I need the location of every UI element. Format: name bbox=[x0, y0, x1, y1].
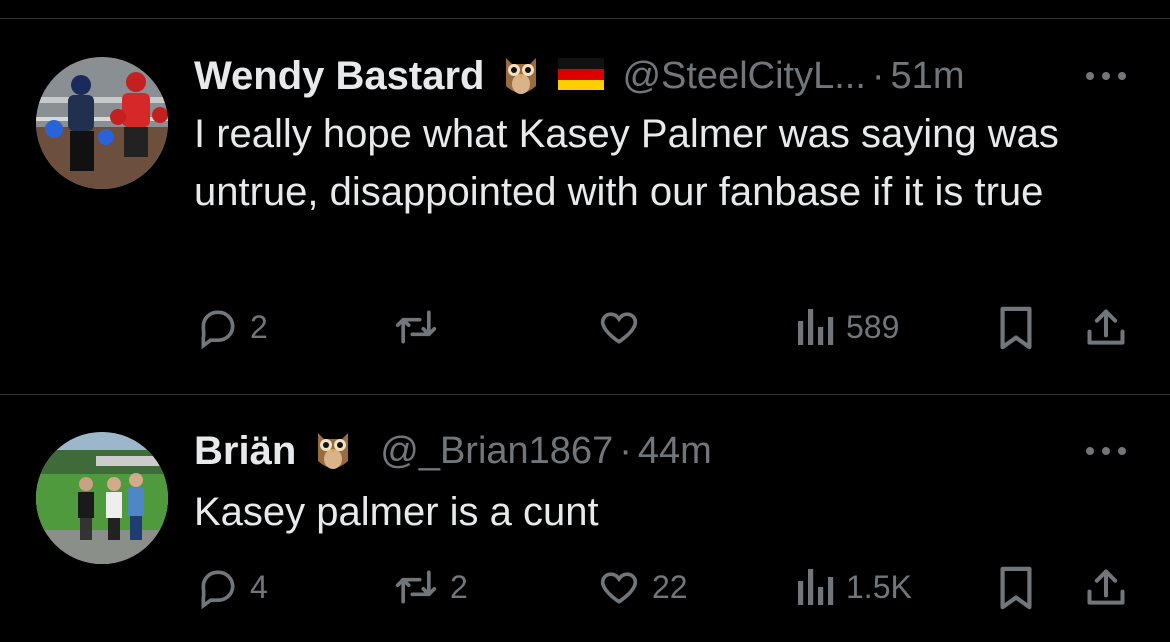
reply-icon bbox=[201, 570, 235, 609]
analytics-icon bbox=[798, 309, 834, 345]
tweet-header: Briän @_Brian1867 · 44m bbox=[194, 423, 712, 479]
reply-button[interactable]: 2 bbox=[196, 305, 268, 349]
heart-icon bbox=[600, 572, 638, 604]
bookmark-button[interactable] bbox=[996, 565, 1036, 611]
timestamp[interactable]: 44m bbox=[638, 430, 712, 473]
retweet-count: 2 bbox=[450, 568, 468, 605]
reply-count: 2 bbox=[250, 308, 268, 345]
like-button[interactable] bbox=[596, 305, 652, 349]
reply-count: 4 bbox=[250, 568, 268, 605]
separator-dot: · bbox=[619, 429, 632, 472]
reply-button[interactable]: 4 bbox=[196, 565, 268, 609]
views-button[interactable]: 1.5K bbox=[796, 565, 912, 609]
timestamp[interactable]: 51m bbox=[891, 55, 965, 98]
views-count: 589 bbox=[846, 308, 900, 345]
separator-dot: · bbox=[871, 54, 885, 97]
tweet-2[interactable]: Briän @_Brian1867 · 44m Kasey palmer is … bbox=[0, 395, 1170, 642]
share-icon bbox=[1087, 569, 1125, 605]
like-count: 22 bbox=[652, 568, 688, 605]
tweet-text: I really hope what Kasey Palmer was sayi… bbox=[194, 112, 1059, 214]
handle[interactable]: @_Brian1867 bbox=[380, 430, 613, 473]
share-button[interactable] bbox=[1084, 565, 1128, 611]
like-button[interactable]: 22 bbox=[596, 565, 688, 609]
tweet-text: Kasey palmer is a cunt bbox=[194, 490, 599, 534]
views-count: 1.5K bbox=[846, 568, 912, 605]
bookmark-icon bbox=[1000, 306, 1032, 350]
more-options-icon[interactable] bbox=[1086, 70, 1126, 82]
share-icon bbox=[1087, 309, 1125, 345]
retweet-icon bbox=[395, 310, 437, 344]
retweet-icon bbox=[395, 570, 437, 604]
analytics-icon bbox=[798, 569, 834, 605]
germany-flag-icon bbox=[558, 57, 605, 95]
views-button[interactable]: 589 bbox=[796, 305, 899, 349]
avatar[interactable] bbox=[36, 432, 168, 564]
retweet-button[interactable]: 2 bbox=[392, 565, 468, 609]
retweet-button[interactable] bbox=[392, 305, 450, 349]
bookmark-icon bbox=[1000, 566, 1032, 610]
owl-emoji-icon bbox=[314, 425, 352, 478]
tweet-1[interactable]: Wendy Bastard @SteelCityL... · 51m I rea… bbox=[0, 0, 1170, 394]
owl-emoji-icon bbox=[502, 50, 540, 103]
bookmark-button[interactable] bbox=[996, 305, 1036, 351]
heart-icon bbox=[600, 312, 638, 344]
more-options-icon[interactable] bbox=[1086, 445, 1126, 457]
action-bar: 2 589 bbox=[0, 305, 1170, 355]
display-name[interactable]: Briän bbox=[194, 429, 296, 474]
reply-icon bbox=[201, 310, 235, 349]
action-bar: 4 2 22 1.5K bbox=[0, 565, 1170, 615]
share-button[interactable] bbox=[1084, 305, 1128, 351]
display-name[interactable]: Wendy Bastard bbox=[194, 54, 484, 99]
handle[interactable]: @SteelCityL... bbox=[622, 55, 865, 98]
avatar[interactable] bbox=[36, 57, 168, 189]
tweet-header: Wendy Bastard @SteelCityL... · 51m bbox=[194, 48, 964, 104]
